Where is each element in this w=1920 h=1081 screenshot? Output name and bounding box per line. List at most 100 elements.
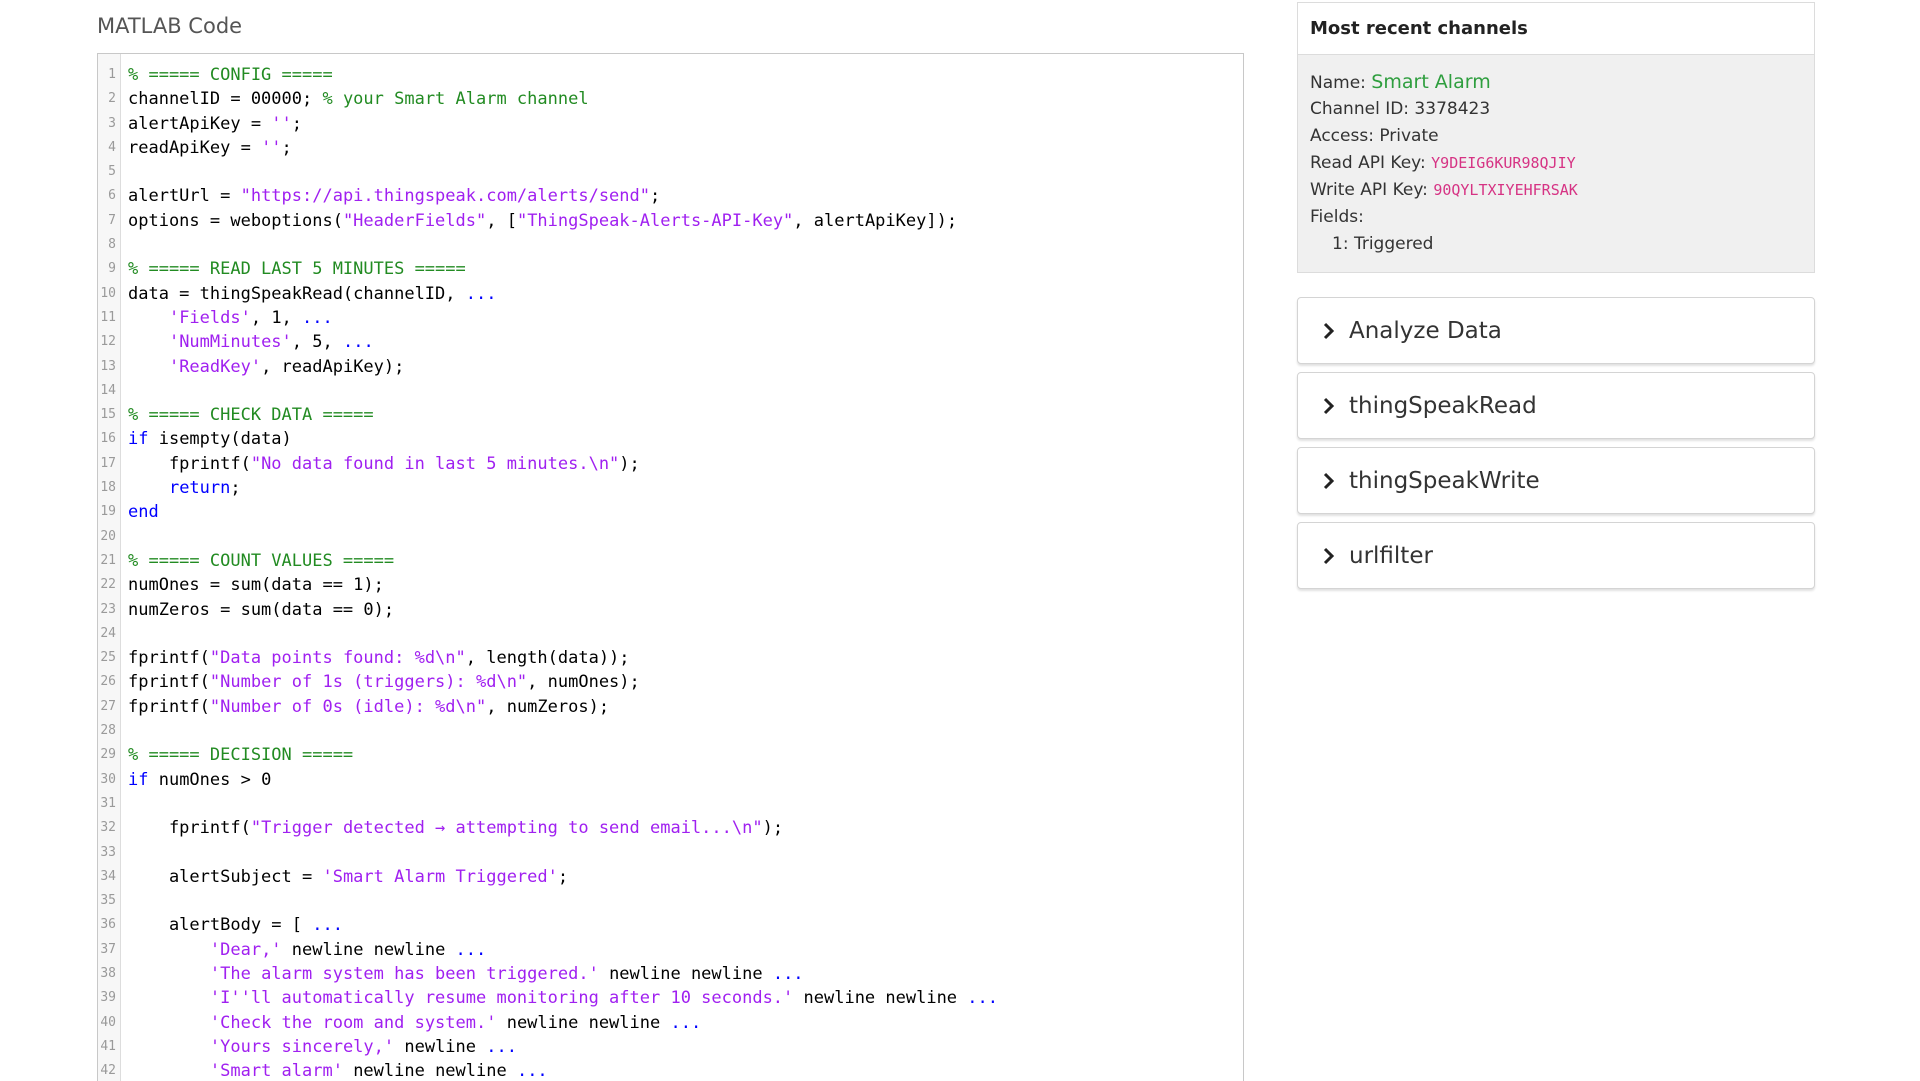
code-token: 'Dear,' bbox=[209, 939, 282, 960]
code-line[interactable]: 7 options = weboptions("HeaderFields", ["… bbox=[98, 209, 1243, 233]
channel-info: Name: Smart Alarm Channel ID: 3378423 Ac… bbox=[1298, 55, 1814, 272]
code-line[interactable]: 24 bbox=[98, 622, 1243, 646]
code-token: , [ bbox=[486, 210, 517, 231]
line-number: 34 bbox=[100, 868, 116, 884]
code-line[interactable]: 32 fprintf("Trigger detected → attemptin… bbox=[98, 816, 1243, 840]
code-line[interactable]: 27 fprintf("Number of 0s (idle): %d\n", n… bbox=[98, 695, 1243, 719]
code-line[interactable]: 17 fprintf("No data found in last 5 minu… bbox=[98, 452, 1243, 476]
accordion-analyze-data[interactable]: Analyze Data bbox=[1297, 297, 1815, 364]
code-token: , readApiKey); bbox=[261, 356, 405, 377]
code-line[interactable]: 30 if numOnes > 0 bbox=[98, 768, 1243, 792]
code-token: fprintf( bbox=[128, 818, 251, 839]
code-line[interactable]: 28 bbox=[98, 719, 1243, 743]
code-line[interactable]: 39 'I''ll automatically resume monitorin… bbox=[98, 986, 1243, 1010]
chevron-right-icon bbox=[1323, 472, 1335, 489]
code-line[interactable]: 42 'Smart alarm' newline newline ... bbox=[98, 1059, 1243, 1081]
channels-header: Most recent channels bbox=[1298, 3, 1814, 55]
code-line[interactable]: 41 'Yours sincerely,' newline ... bbox=[98, 1035, 1243, 1059]
code-editor[interactable]: 1 % ===== CONFIG ===== 2 channelID = 00000;… bbox=[97, 53, 1244, 1081]
accordion-thingspeakwrite[interactable]: thingSpeakWrite bbox=[1297, 447, 1815, 514]
line-number: 17 bbox=[100, 455, 116, 471]
code-text: fprintf("Number of 0s (idle): %d\n", num… bbox=[128, 695, 609, 719]
channel-name-label: Name: bbox=[1310, 73, 1372, 93]
code-token: numZeros = sum(data == 0); bbox=[128, 599, 395, 620]
code-line[interactable]: 15 % ===== CHECK DATA ===== bbox=[98, 403, 1243, 427]
code-line[interactable]: 16 if isempty(data) bbox=[98, 427, 1243, 451]
code-text: 'Fields', 1, ... bbox=[128, 306, 333, 330]
code-token: "ThingSpeak-Alerts-API-Key" bbox=[516, 210, 794, 231]
code-line[interactable]: 2 channelID = 00000; % your Smart Alarm c… bbox=[98, 87, 1243, 111]
code-text: 'Dear,' newline newline ... bbox=[128, 938, 486, 962]
code-text: % ===== COUNT VALUES ===== bbox=[128, 549, 394, 573]
code-line[interactable]: 13 'ReadKey', readApiKey); bbox=[98, 355, 1243, 379]
code-token: 'ReadKey' bbox=[168, 356, 262, 377]
code-token: "No data found in last 5 minutes.\n" bbox=[250, 453, 620, 474]
code-token: data = thingSpeakRead(channelID, bbox=[128, 283, 466, 304]
line-number: 35 bbox=[100, 893, 116, 909]
code-line[interactable]: 14 bbox=[98, 379, 1243, 403]
fields-label: Fields: bbox=[1310, 207, 1364, 227]
code-lines[interactable]: 1 % ===== CONFIG ===== 2 channelID = 00000;… bbox=[98, 63, 1243, 1081]
code-line[interactable]: 38 'The alarm system has been triggered.… bbox=[98, 962, 1243, 986]
line-number: 38 bbox=[100, 965, 116, 981]
code-line[interactable]: 33 bbox=[98, 841, 1243, 865]
line-number: 33 bbox=[100, 844, 116, 860]
code-token: % ===== READ LAST 5 MINUTES ===== bbox=[128, 259, 466, 280]
accordion-thingspeakread[interactable]: thingSpeakRead bbox=[1297, 372, 1815, 439]
code-line[interactable]: 10 data = thingSpeakRead(channelID, ... bbox=[98, 282, 1243, 306]
code-line[interactable]: 5 bbox=[98, 160, 1243, 184]
code-line[interactable]: 31 bbox=[98, 792, 1243, 816]
code-line[interactable]: 4 readApiKey = ''; bbox=[98, 136, 1243, 160]
code-text: alertApiKey = ''; bbox=[128, 112, 302, 136]
code-line[interactable]: 11 'Fields', 1, ... bbox=[98, 306, 1243, 330]
code-line[interactable]: 6 alertUrl = "https://api.thingspeak.com/… bbox=[98, 184, 1243, 208]
code-line[interactable]: 1 % ===== CONFIG ===== bbox=[98, 63, 1243, 87]
code-line[interactable]: 40 'Check the room and system.' newline … bbox=[98, 1011, 1243, 1035]
line-number: 7 bbox=[108, 212, 116, 228]
code-token: newline bbox=[394, 1036, 487, 1057]
line-number: 21 bbox=[100, 552, 116, 568]
code-line[interactable]: 29 % ===== DECISION ===== bbox=[98, 743, 1243, 767]
line-number: 29 bbox=[100, 747, 116, 763]
write-api-key-value: 90QYLTXIYEHFRSAK bbox=[1433, 181, 1578, 199]
code-line[interactable]: 19 end bbox=[98, 500, 1243, 524]
code-token: newline newline bbox=[342, 1061, 517, 1081]
code-line[interactable]: 3 alertApiKey = ''; bbox=[98, 112, 1243, 136]
code-line[interactable]: 8 bbox=[98, 233, 1243, 257]
code-text: fprintf("Data points found: %d\n", lengt… bbox=[128, 646, 630, 670]
code-line[interactable]: 21 % ===== COUNT VALUES ===== bbox=[98, 549, 1243, 573]
line-number: 31 bbox=[100, 795, 116, 811]
code-line[interactable]: 23 numZeros = sum(data == 0); bbox=[98, 598, 1243, 622]
code-token: numOnes = sum(data == 1); bbox=[128, 575, 384, 596]
code-line[interactable]: 25 fprintf("Data points found: %d\n", len… bbox=[98, 646, 1243, 670]
code-line[interactable]: 36 alertBody = [ ... bbox=[98, 913, 1243, 937]
channel-name-link[interactable]: Smart Alarm bbox=[1371, 71, 1490, 93]
code-token: % ===== COUNT VALUES ===== bbox=[128, 550, 395, 571]
code-token: ; bbox=[230, 478, 241, 499]
line-number: 19 bbox=[100, 504, 116, 520]
code-line[interactable]: 35 bbox=[98, 889, 1243, 913]
code-token: ; bbox=[291, 113, 303, 134]
code-line[interactable]: 22 numOnes = sum(data == 1); bbox=[98, 573, 1243, 597]
code-line[interactable]: 37 'Dear,' newline newline ... bbox=[98, 938, 1243, 962]
code-line[interactable]: 26 fprintf("Number of 1s (triggers): %d\n… bbox=[98, 670, 1243, 694]
code-token: % ===== CHECK DATA ===== bbox=[128, 405, 374, 426]
code-line[interactable]: 9 % ===== READ LAST 5 MINUTES ===== bbox=[98, 257, 1243, 281]
code-line[interactable]: 34 alertSubject = 'Smart Alarm Triggered… bbox=[98, 865, 1243, 889]
code-token: options = weboptions( bbox=[128, 210, 343, 231]
code-token: 'Check the room and system.' bbox=[209, 1012, 497, 1033]
chevron-right-icon bbox=[1323, 397, 1335, 414]
code-line[interactable]: 20 bbox=[98, 525, 1243, 549]
accordion-urlfilter[interactable]: urlfilter bbox=[1297, 522, 1815, 589]
code-token: newline newline bbox=[793, 988, 968, 1009]
line-number: 40 bbox=[100, 1014, 116, 1030]
read-api-key-value: Y9DEIG6KUR98QJIY bbox=[1431, 154, 1576, 172]
code-line[interactable]: 12 'NumMinutes', 5, ... bbox=[98, 330, 1243, 354]
code-line[interactable]: 18 return; bbox=[98, 476, 1243, 500]
